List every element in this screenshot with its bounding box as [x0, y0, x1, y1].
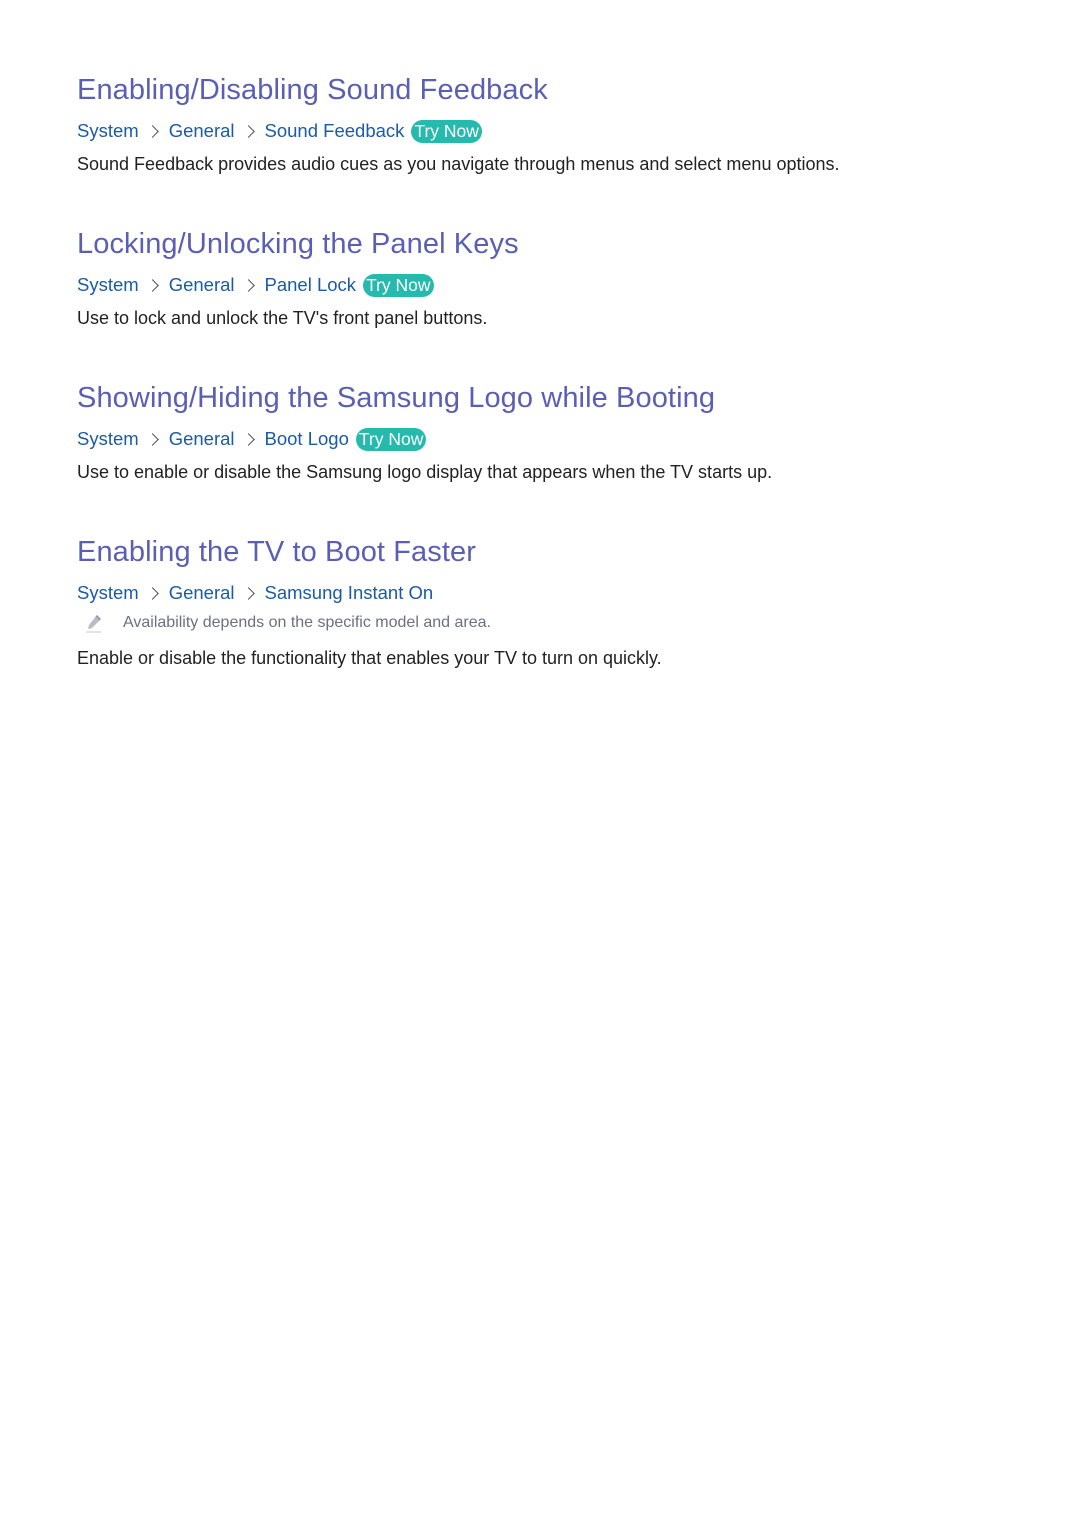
- chevron-right-icon: [147, 278, 161, 292]
- try-now-button[interactable]: Try Now: [363, 273, 434, 297]
- section-description: Use to lock and unlock the TV's front pa…: [77, 308, 488, 328]
- chevron-right-icon: [147, 586, 161, 600]
- section-sound-feedback: Enabling/Disabling Sound Feedback System…: [77, 73, 840, 176]
- section-boot-logo: Showing/Hiding the Samsung Logo while Bo…: [77, 381, 772, 484]
- section-title: Enabling the TV to Boot Faster: [77, 536, 477, 568]
- breadcrumb-samsung-instant-on[interactable]: Samsung Instant On: [265, 581, 434, 605]
- note-text: Availability depends on the specific mod…: [123, 614, 491, 631]
- section-title: Showing/Hiding the Samsung Logo while Bo…: [77, 382, 716, 414]
- chevron-right-icon: [147, 432, 161, 446]
- breadcrumb-general[interactable]: General: [169, 581, 235, 605]
- breadcrumb-system[interactable]: System: [77, 427, 139, 451]
- availability-note: Availability depends on the specific mod…: [77, 612, 662, 634]
- section-description: Sound Feedback provides audio cues as yo…: [77, 154, 840, 174]
- section-title: Enabling/Disabling Sound Feedback: [77, 74, 548, 106]
- breadcrumb: System General Boot Logo Try Now: [77, 427, 772, 451]
- section-description: Use to enable or disable the Samsung log…: [77, 462, 773, 482]
- chevron-right-icon: [243, 278, 257, 292]
- chevron-right-icon: [243, 432, 257, 446]
- breadcrumb-sound-feedback[interactable]: Sound Feedback: [265, 119, 405, 143]
- breadcrumb-system[interactable]: System: [77, 119, 139, 143]
- try-now-button[interactable]: Try Now: [411, 119, 482, 143]
- breadcrumb-general[interactable]: General: [169, 273, 235, 297]
- try-now-button[interactable]: Try Now: [355, 427, 427, 451]
- chevron-right-icon: [243, 586, 257, 600]
- breadcrumb: System General Sound Feedback Try Now: [77, 119, 840, 143]
- section-description: Enable or disable the functionality that…: [77, 648, 662, 668]
- breadcrumb: System General Samsung Instant On: [77, 581, 662, 605]
- breadcrumb: System General Panel Lock Try Now: [77, 273, 519, 297]
- section-instant-on: Enabling the TV to Boot Faster System Ge…: [77, 535, 662, 670]
- section-panel-lock: Locking/Unlocking the Panel Keys System …: [77, 227, 519, 330]
- breadcrumb-system[interactable]: System: [77, 273, 139, 297]
- pencil-icon: [86, 615, 101, 633]
- chevron-right-icon: [147, 124, 161, 138]
- breadcrumb-system[interactable]: System: [77, 581, 139, 605]
- chevron-right-icon: [243, 124, 257, 138]
- breadcrumb-panel-lock[interactable]: Panel Lock: [265, 273, 357, 297]
- breadcrumb-general[interactable]: General: [169, 119, 235, 143]
- section-title: Locking/Unlocking the Panel Keys: [77, 228, 519, 260]
- breadcrumb-general[interactable]: General: [169, 427, 235, 451]
- breadcrumb-boot-logo[interactable]: Boot Logo: [265, 427, 349, 451]
